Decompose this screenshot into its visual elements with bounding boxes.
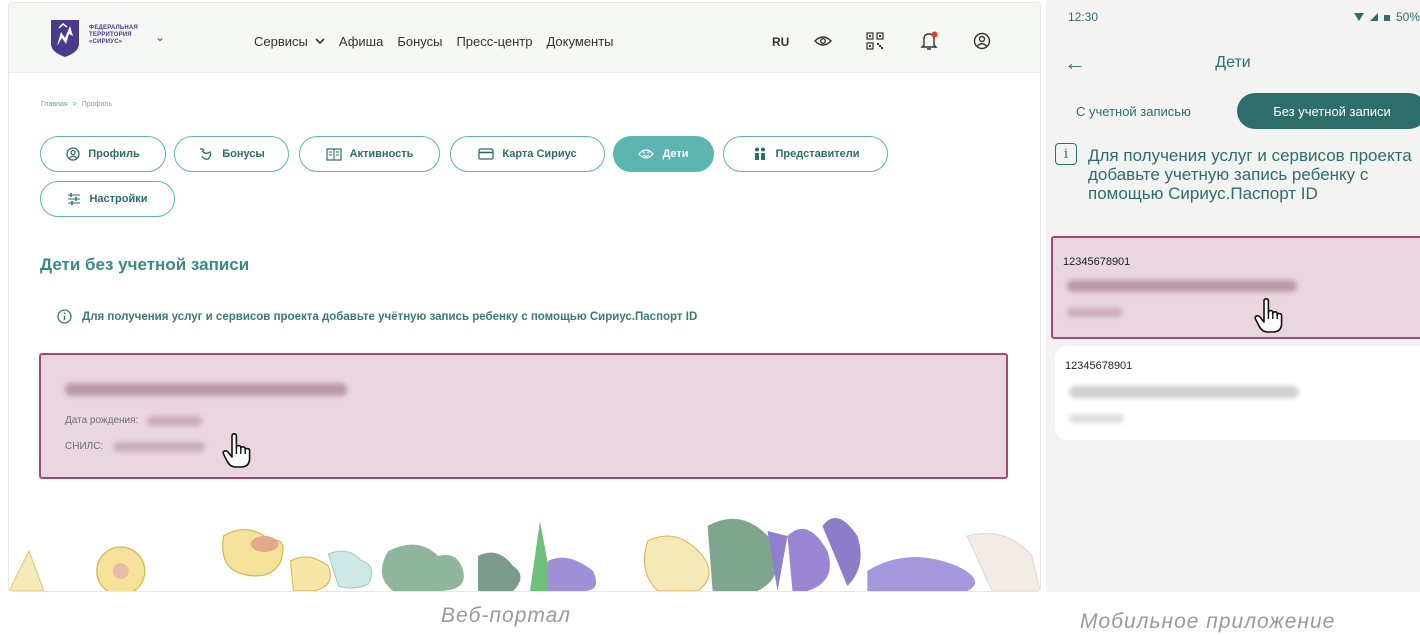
- child-name-redacted: [65, 383, 347, 396]
- nav-item-label: Афиша: [338, 34, 384, 49]
- child-card[interactable]: 12345678901: [1055, 346, 1420, 440]
- nav-item-label: Документы: [546, 34, 614, 49]
- tab-label: Настройки: [89, 193, 148, 205]
- qr-code-icon[interactable]: [865, 31, 885, 51]
- user-circle-icon: [66, 147, 80, 161]
- child-id: 12345678901: [1063, 256, 1131, 268]
- tab-representatives[interactable]: Представители: [723, 136, 888, 172]
- tab-with-account[interactable]: С учетной записью: [1076, 104, 1191, 119]
- nav-item-afisha[interactable]: Афиша: [339, 34, 383, 49]
- info-icon: i: [1055, 143, 1077, 165]
- user-account-icon[interactable]: [972, 31, 992, 51]
- tab-sirius-card[interactable]: Карта Сириус: [450, 136, 605, 172]
- nav-item-documents[interactable]: Документы: [546, 34, 613, 49]
- chevron-down-icon[interactable]: ⌄: [155, 30, 165, 44]
- snils-label: СНИЛС:: [65, 441, 104, 452]
- logo-line-3: «СИРИУС»: [89, 39, 123, 45]
- battery-icon: [1383, 15, 1390, 21]
- breadcrumb-current: Профиль: [81, 101, 112, 108]
- signal-icon: [1369, 13, 1378, 21]
- bonus-icon: [199, 148, 212, 160]
- nav-item-label: Пресс-центр: [456, 34, 533, 49]
- wifi-icon: [1353, 13, 1364, 21]
- info-message: Для получения услуг и сервисов проекта д…: [57, 309, 697, 324]
- tab-bonuses[interactable]: Бонусы: [174, 136, 289, 172]
- nav-item-label: Сервисы: [254, 34, 308, 49]
- info-text: Для получения услуг и сервисов проекта д…: [1088, 146, 1412, 203]
- page-title: Дети: [1215, 54, 1251, 71]
- status-time: 12:30: [1068, 10, 1099, 24]
- tab-without-account[interactable]: Без учетной записи: [1237, 93, 1420, 129]
- logo-text: ФЕДЕРАЛЬНАЯ ТЕРРИТОРИЯ «СИРИУС»: [89, 25, 138, 46]
- snils-redacted: [113, 442, 205, 452]
- battery-percent: 50%: [1395, 10, 1420, 24]
- child-card[interactable]: 12345678901: [1051, 236, 1420, 339]
- child-id: 12345678901: [1065, 360, 1133, 372]
- settings-icon: [68, 193, 81, 205]
- birth-date-redacted: [1067, 308, 1122, 317]
- breadcrumb-separator: >: [72, 101, 77, 108]
- birth-date-label: Дата рождения:: [65, 415, 139, 426]
- language-switcher[interactable]: RU: [772, 35, 789, 49]
- children-icon: [638, 149, 655, 159]
- screenshot-stage: ФЕДЕРАЛЬНАЯ ТЕРРИТОРИЯ «СИРИУС» ⌄ Сервис…: [0, 0, 1420, 635]
- web-portal: ФЕДЕРАЛЬНАЯ ТЕРРИТОРИЯ «СИРИУС» ⌄ Сервис…: [8, 2, 1041, 592]
- mobile-app: 12:30 50% ← Дети С учетной записью Без у…: [1046, 0, 1420, 592]
- tab-label: Дети: [662, 148, 689, 160]
- tab-label: Карта Сириус: [502, 148, 577, 160]
- info-icon: [57, 309, 72, 324]
- birth-date-redacted: [1069, 414, 1124, 423]
- card-icon: [478, 148, 495, 160]
- caption-web: Веб-портал: [441, 604, 571, 627]
- logo-line-1: ФЕДЕРАЛЬНАЯ: [89, 25, 138, 31]
- child-name-redacted: [1069, 386, 1299, 398]
- breadcrumb-home[interactable]: Главная: [41, 101, 68, 108]
- caption-mobile: Мобильное приложение: [1080, 610, 1336, 633]
- status-bar: 12:30 50%: [1046, 0, 1420, 30]
- birth-date-row: Дата рождения:: [65, 415, 138, 426]
- tab-label: Профиль: [88, 148, 140, 160]
- eye-icon[interactable]: [813, 31, 833, 51]
- breadcrumb: Главная > Профиль: [41, 101, 112, 108]
- tab-profile[interactable]: Профиль: [40, 136, 166, 172]
- tab-label: Представители: [775, 148, 860, 160]
- decorative-flowers: [9, 518, 1040, 591]
- sirius-logo-icon[interactable]: [49, 18, 81, 58]
- status-icons: 50%: [1353, 10, 1420, 24]
- nav-item-bonuses[interactable]: Бонусы: [397, 34, 442, 49]
- tab-children[interactable]: Дети: [613, 136, 714, 172]
- activity-icon: [325, 147, 342, 161]
- tab-label: Без учетной записи: [1273, 103, 1391, 119]
- info-text: Для получения услуг и сервисов проекта д…: [82, 310, 698, 323]
- snils-row: СНИЛС:: [65, 441, 103, 452]
- tab-label: Бонусы: [222, 148, 265, 160]
- tab-settings[interactable]: Настройки: [40, 181, 175, 217]
- child-name-redacted: [1067, 280, 1297, 292]
- tab-activity[interactable]: Активность: [299, 136, 440, 172]
- logo-line-2: ТЕРРИТОРИЯ: [89, 32, 132, 38]
- nav-item-press-center[interactable]: Пресс-центр: [456, 34, 532, 49]
- bell-icon[interactable]: [919, 31, 939, 51]
- tab-label: Активность: [349, 148, 414, 160]
- representatives-icon: [754, 147, 765, 160]
- child-card[interactable]: Дата рождения: СНИЛС:: [39, 353, 1008, 479]
- hand-cursor-icon: [222, 433, 251, 468]
- nav-item-label: Бонусы: [397, 34, 443, 49]
- nav-item-services[interactable]: Сервисы: [254, 34, 325, 49]
- birth-date-redacted: [147, 416, 202, 426]
- section-title: Дети без учетной записи: [40, 255, 250, 274]
- web-header: ФЕДЕРАЛЬНАЯ ТЕРРИТОРИЯ «СИРИУС» ⌄ Сервис…: [9, 3, 1040, 73]
- chevron-down-icon: [315, 38, 325, 45]
- hand-cursor-icon: [1254, 298, 1283, 333]
- main-nav: Сервисы Афиша Бонусы Пресс-центр Докумен…: [254, 34, 628, 49]
